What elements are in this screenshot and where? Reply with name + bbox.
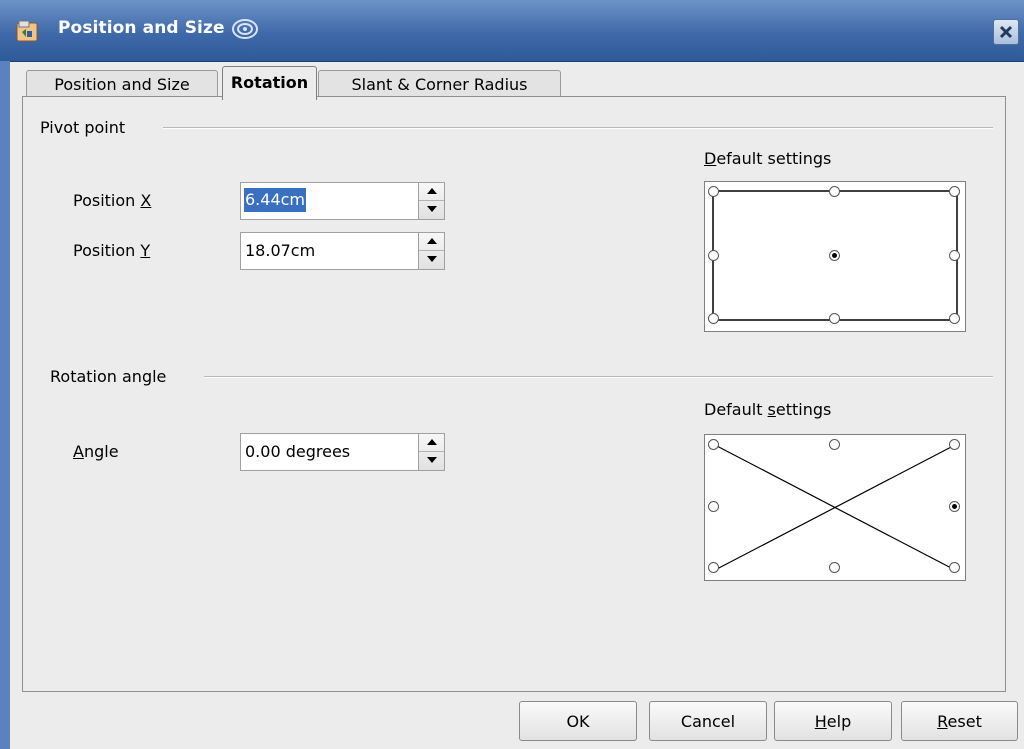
title-bar: Position and Size [0,0,1024,62]
spin-buttons [418,434,444,470]
reset-button[interactable]: Reset [901,701,1018,741]
position-y-label: Position Y [73,241,151,260]
window-frame [0,61,10,749]
angle-input[interactable] [245,440,405,462]
rotation-cross-lines [714,444,956,571]
position-y-decrement[interactable] [419,251,444,268]
angle-increment[interactable] [419,434,444,452]
close-icon [999,25,1013,39]
position-y-spinbox[interactable] [240,232,445,270]
rotation-radio-bottom-left[interactable] [708,562,719,573]
rotation-radio-bottom-right[interactable] [949,562,960,573]
pivot-default-settings-label: Default settings [704,149,832,168]
angle-spinbox[interactable] [240,433,445,471]
rotation-radio-middle-left[interactable] [708,501,719,512]
pivot-radio-top-right[interactable] [949,186,960,197]
close-button[interactable] [993,19,1019,45]
cancel-button[interactable]: Cancel [649,701,767,741]
angle-decrement[interactable] [419,452,444,469]
rotation-default-settings-label: Default settings [704,400,832,419]
ok-button[interactable]: OK [519,701,637,741]
pivot-radio-middle-right[interactable] [949,250,960,261]
arrow-up-icon [427,238,437,244]
rotation-radio-middle-right[interactable] [949,501,960,512]
pivot-point-selector[interactable] [704,181,966,332]
position-y-input[interactable] [245,239,405,261]
rotation-radio-top-center[interactable] [829,439,840,450]
spin-buttons [418,183,444,219]
tab-position-and-size[interactable]: Position and Size [26,70,218,99]
pivot-radio-top-left[interactable] [708,186,719,197]
position-x-input[interactable]: 6.44cm [244,188,307,212]
help-button[interactable]: Help [774,701,892,741]
angle-label: Angle [73,442,119,461]
rotation-angle-selector[interactable] [704,434,966,581]
app-icon [16,20,38,42]
rotation-panel: Pivot point Position X 6.44cm Position Y… [22,96,1006,692]
position-x-spinbox[interactable]: 6.44cm [240,182,445,220]
pivot-radio-bottom-right[interactable] [949,313,960,324]
pivot-radio-top-center[interactable] [829,186,840,197]
pivot-radio-center[interactable] [829,250,840,261]
position-x-decrement[interactable] [419,201,444,218]
pivot-radio-middle-left[interactable] [708,250,719,261]
rotation-radio-top-left[interactable] [708,439,719,450]
arrow-down-icon [427,206,437,212]
swirl-icon [231,17,259,41]
arrow-down-icon [427,256,437,262]
divider [204,376,993,378]
position-x-label: Position X [73,191,152,210]
rotation-angle-title: Rotation angle [50,367,167,386]
rotation-radio-bottom-center[interactable] [829,562,840,573]
arrow-down-icon [427,457,437,463]
window-title: Position and Size [58,18,225,38]
rotation-radio-top-right[interactable] [949,439,960,450]
arrow-up-icon [427,188,437,194]
tab-slant-corner-radius[interactable]: Slant & Corner Radius [318,70,561,99]
pivot-radio-bottom-left[interactable] [708,313,719,324]
position-x-increment[interactable] [419,183,444,201]
pivot-radio-bottom-center[interactable] [829,313,840,324]
position-y-increment[interactable] [419,233,444,251]
divider [163,127,993,129]
pivot-point-title: Pivot point [40,118,126,137]
tab-rotation[interactable]: Rotation [222,66,317,100]
spin-buttons [418,233,444,269]
arrow-up-icon [427,439,437,445]
